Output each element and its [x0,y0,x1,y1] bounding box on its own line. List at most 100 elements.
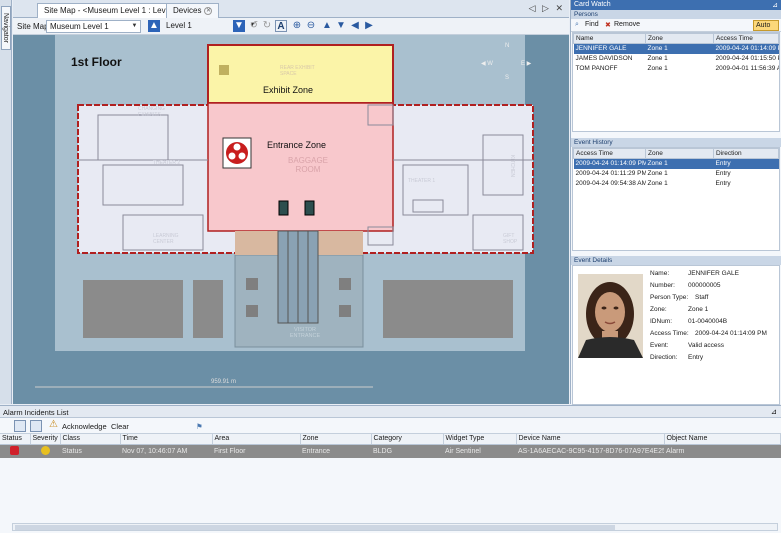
scrollbar-thumb[interactable] [15,525,615,530]
person-row[interactable]: TOM PANOFF Zone 1 2009-04-01 11:56:39 AM [574,64,779,74]
zoom-in-icon[interactable]: ⊕ [291,20,303,32]
alarm-object-name: Alarm [664,444,781,458]
pin-icon[interactable]: ⊿ [771,407,777,416]
view-list-icon[interactable] [14,420,26,432]
acknowledge-icon[interactable]: ⚠ [49,419,58,430]
rear-exhibit-label: REAR EXHIBIT SPACE [280,65,315,77]
find-button[interactable]: Find [585,21,599,28]
kitchen-label: KITCHEN [509,155,515,177]
compass-west[interactable]: ◀ W [481,60,493,67]
zoom-out-icon[interactable]: ⊖ [305,20,317,32]
compass-north[interactable]: N [505,43,509,49]
detail-key: Number: [650,282,675,289]
col-zone[interactable]: Zone [300,434,372,445]
col-zone[interactable]: Zone [645,148,714,159]
auto-button[interactable]: Auto [753,20,779,31]
pan-down-icon[interactable]: ▼ [335,20,347,32]
site-map-select-value: Museum Level 1 [50,22,109,31]
detail-key: IDNum: [650,318,673,325]
floor-plan-map[interactable]: 1st Floor Exhibit Zone Entrance Zone REA… [13,35,569,404]
event-time: 2009-04-24 01:11:29 PM [575,170,646,177]
col-area[interactable]: Area [212,434,301,445]
save-icon[interactable]: ▼ [233,20,245,32]
compass-south[interactable]: S [505,75,509,81]
view-details-icon[interactable] [30,420,42,432]
detail-key: Event: [650,342,669,349]
clear-button[interactable]: Clear [111,422,129,431]
visitor-entrance-label: VISITOR ENTRANCE [289,327,321,339]
event-row[interactable]: 2009-04-24 09:54:38 AM Zone 1 Entry [574,179,779,189]
col-status[interactable]: Status [0,434,31,445]
site-map-label: Site Map [17,22,49,31]
acknowledge-button[interactable]: Acknowledge [62,422,107,431]
pan-up-icon[interactable]: ▲ [321,20,333,32]
event-row[interactable]: 2009-04-24 01:11:29 PM Zone 1 Entry [574,169,779,179]
scale-label: 959.91 m [211,379,237,385]
severity-icon [41,445,50,455]
alarm-time: Nov 07, 10:46:07 AM [120,444,212,458]
tab-devices[interactable]: Devices ✕ [166,3,220,18]
detail-key: Zone: [650,306,667,313]
event-row[interactable]: 2009-04-24 01:14:09 PM Zone 1 Entry [573,158,779,169]
detail-name: Name: JENNIFER GALE [650,270,739,277]
col-access-time[interactable]: Access Time [713,33,779,44]
col-direction[interactable]: Direction [713,148,779,159]
filter-icon[interactable]: ⚑ [196,422,203,431]
compass-east[interactable]: E ▶ [521,60,531,67]
detail-number: Number: 000000005 [650,282,721,289]
text-tool-icon[interactable]: A [275,20,287,32]
detail-value: Valid access [688,342,725,349]
person-photo [578,274,643,358]
level-up-icon[interactable]: ▲ [148,20,160,32]
detail-key: Access Time: [650,330,689,337]
person-zone: Zone 1 [645,43,714,54]
col-category[interactable]: Category [371,434,444,445]
col-device-name[interactable]: Device Name [516,434,665,445]
col-severity[interactable]: Severity [30,434,61,445]
event-time: 2009-04-24 01:14:09 PM [573,158,646,169]
pan-right-icon[interactable]: ▶ [363,20,375,32]
card-watch-panel: Card Watch ⊿ Persons ⌕ Find ✖ Remove Aut… [570,0,781,405]
col-time[interactable]: Time [120,434,213,445]
find-icon[interactable]: ⌕ [575,21,579,29]
event-direction: Entry [715,170,731,177]
detail-access-time: Access Time: 2009-04-24 01:14:09 PM [650,330,767,337]
rotate-right-icon[interactable]: ↻ [261,20,273,32]
event-zone: Zone 1 [647,180,668,187]
person-time: 2009-04-24 01:15:50 PM [715,55,779,62]
event-zone: Zone 1 [647,170,668,177]
col-object-name[interactable]: Object Name [664,434,781,445]
tab-navigation[interactable]: ◁ ▷ ✕ [529,3,565,14]
theater1-label: THEATER 1 [408,178,436,184]
exhibit-zone-label: Exhibit Zone [263,85,314,95]
col-class[interactable]: Class [60,434,121,445]
col-widget-type[interactable]: Widget Type [443,434,517,445]
alarm-category: BLDG [371,444,443,458]
remove-button[interactable]: Remove [614,21,640,28]
navigator-tab[interactable]: Navigator [1,6,11,50]
pin-icon[interactable]: ⊿ [772,1,778,9]
detail-event: Event: Valid access [650,342,724,349]
col-name[interactable]: Name [573,33,646,44]
event-details: Name: JENNIFER GALE Number: 000000005 Pers… [572,265,780,405]
close-icon[interactable]: ✕ [204,6,213,15]
detail-value: Staff [695,294,709,301]
alarm-row[interactable]: Status Nov 07, 10:46:07 AM First Floor E… [0,444,781,458]
remove-icon[interactable]: ✖ [605,21,611,29]
alarm-device-name: AS-1A6AECAC-9C95-4157-8D76-07A97E4E2534 [516,444,664,458]
rotate-left-icon[interactable]: ↺ [248,20,260,32]
person-row[interactable]: JENNIFER GALE Zone 1 2009-04-24 01:14:09… [573,43,779,54]
person-row[interactable]: JAMES DAVIDSON Zone 1 2009-04-24 01:15:5… [574,54,779,64]
col-zone[interactable]: Zone [645,33,714,44]
site-map-document: Site Map - <Museum Level 1 : Level 1> ✕ D… [13,0,569,404]
floor-title: 1st Floor [71,55,122,69]
col-access-time[interactable]: Access Time [573,148,646,159]
person-name: TOM PANOFF [575,65,618,72]
detail-value: 2009-04-24 01:14:09 PM [695,330,767,337]
pan-left-icon[interactable]: ◀ [349,20,361,32]
site-map-select[interactable]: Museum Level 1 ▼ [46,20,141,33]
horizontal-scrollbar[interactable] [12,523,778,531]
event-direction: Entry [715,180,731,187]
baggage-room-label: BAGGAGE ROOM [287,156,328,174]
persons-table: Name Zone Access Time JENNIFER GALE Zone… [573,33,779,74]
